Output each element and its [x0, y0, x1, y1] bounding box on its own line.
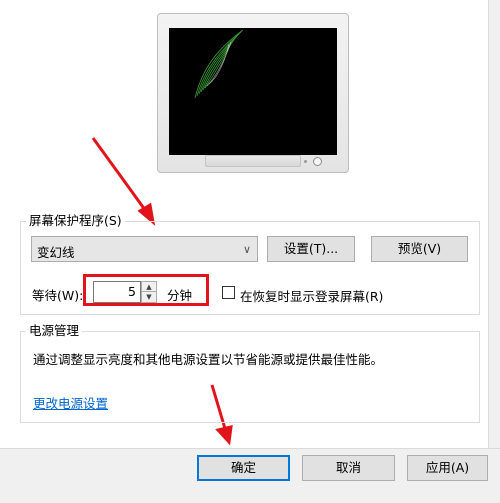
screensaver-group-title: 屏幕保护程序(S) — [26, 214, 125, 228]
screensaver-select[interactable]: 变幻线 ∨ — [31, 236, 258, 262]
change-power-settings-link[interactable]: 更改电源设置 — [33, 393, 108, 412]
arrowhead-ok — [215, 425, 233, 446]
preview-button[interactable]: 预览(V) — [371, 236, 468, 262]
ok-button[interactable]: 确定 — [197, 455, 290, 481]
wait-label: 等待(W): — [32, 288, 84, 303]
resume-login-checkbox[interactable] — [222, 286, 235, 299]
power-description: 通过调整显示亮度和其他电源设置以节省能源或提供最佳性能。 — [33, 352, 384, 367]
apply-button[interactable]: 应用(A) — [407, 455, 488, 481]
cancel-button[interactable]: 取消 — [302, 455, 395, 481]
chevron-down-icon: ∨ — [242, 243, 251, 256]
arrow-to-screensaver — [91, 137, 150, 215]
settings-button[interactable]: 设置(T)... — [267, 236, 355, 262]
power-group-title: 电源管理 — [26, 324, 83, 338]
screensaver-select-value: 变幻线 — [37, 245, 75, 260]
wait-highlight-annotation — [83, 274, 209, 306]
resume-login-label[interactable]: 在恢复时显示登录屏幕(R) — [240, 286, 383, 305]
